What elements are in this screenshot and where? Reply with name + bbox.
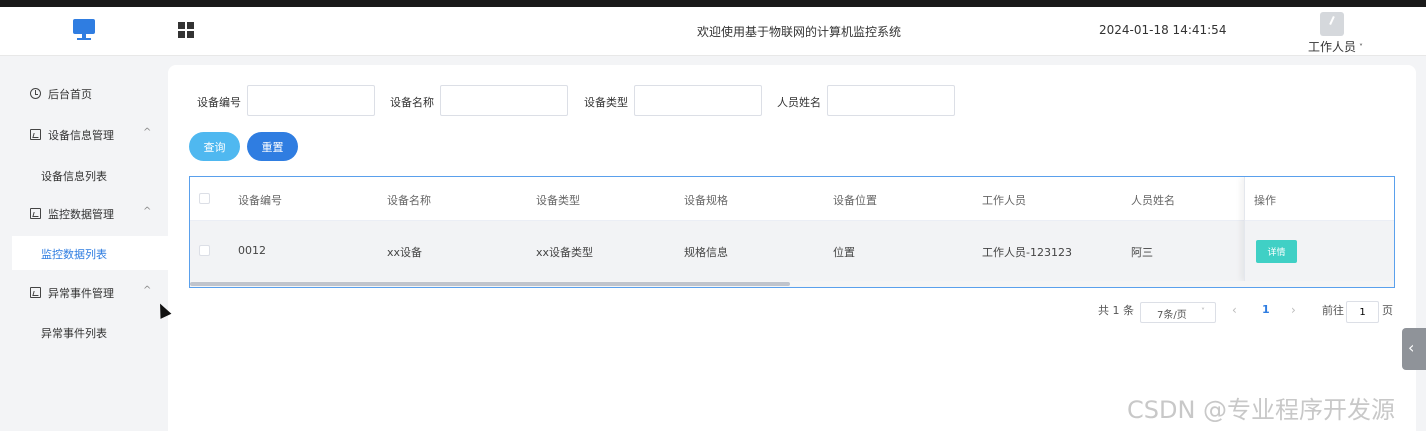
table-cell: xx设备类型 xyxy=(536,246,594,259)
sidebar-item-label: 后台首页 xyxy=(48,88,92,101)
chevron-up-icon: ^ xyxy=(143,206,152,217)
clock-icon xyxy=(30,88,41,99)
main-content: 设备编号 设备名称 设备类型 人员姓名 查询 重置 设备编号 设备名称 设备类型… xyxy=(168,65,1416,431)
table-cell: 规格信息 xyxy=(684,246,728,259)
system-title: 欢迎使用基于物联网的计算机监控系统 xyxy=(697,25,902,39)
chevron-down-icon: ˅ xyxy=(1201,307,1205,316)
scrollbar-thumb[interactable] xyxy=(190,282,790,286)
avatar[interactable] xyxy=(1320,12,1344,36)
chevron-left-icon: ‹ xyxy=(1408,338,1415,357)
column-header[interactable]: 工作人员 xyxy=(982,192,1026,208)
chevron-up-icon: ^ xyxy=(143,127,152,138)
sidebar-item-label: 监控数据管理 xyxy=(48,208,114,221)
grid-icon[interactable] xyxy=(178,22,194,38)
device-no-label: 设备编号 xyxy=(197,96,241,109)
table-cell: 阿三 xyxy=(1131,246,1153,259)
table-header: 设备编号 设备名称 设备类型 设备规格 设备位置 工作人员 人员姓名 xyxy=(190,177,1394,221)
column-header[interactable]: 设备规格 xyxy=(684,192,728,208)
select-all-checkbox[interactable] xyxy=(199,193,210,204)
user-label: 工作人员 xyxy=(1308,40,1357,54)
sidebar-item-label: 设备信息列表 xyxy=(41,170,107,183)
column-header: 操作 xyxy=(1254,194,1276,207)
top-border xyxy=(0,0,1426,7)
column-header[interactable]: 设备类型 xyxy=(536,192,580,208)
device-name-label: 设备名称 xyxy=(390,96,434,109)
horizontal-scrollbar[interactable] xyxy=(190,281,1394,287)
goto-page-input[interactable] xyxy=(1346,301,1379,323)
sidebar-item-home[interactable]: 后台首页 xyxy=(0,75,168,113)
sidebar-item-monitor-data[interactable]: 监控数据管理 ^ xyxy=(0,195,168,233)
page-size-select[interactable]: 7条/页 ˅ xyxy=(1140,302,1216,323)
total-count: 共 1 条 xyxy=(1098,304,1134,317)
chevron-up-icon: ^ xyxy=(143,285,152,296)
column-header[interactable]: 人员姓名 xyxy=(1131,192,1175,208)
collapse-tab[interactable]: ‹ xyxy=(1402,328,1426,370)
person-name-input[interactable] xyxy=(827,85,955,116)
column-header[interactable]: 设备位置 xyxy=(833,192,877,208)
table-cell: xx设备 xyxy=(387,246,423,259)
prev-page-icon[interactable]: ‹ xyxy=(1232,303,1237,317)
person-name-label: 人员姓名 xyxy=(777,96,821,109)
chart-icon xyxy=(30,208,41,219)
user-menu[interactable]: 工作人员 ˅ xyxy=(1308,38,1363,55)
reset-button[interactable]: 重置 xyxy=(247,132,298,161)
sidebar: 后台首页 设备信息管理 ^ 设备信息列表 监控数据管理 ^ 监控数据列表 异常事… xyxy=(0,57,168,431)
page-number[interactable]: 1 xyxy=(1262,303,1270,316)
chart-icon xyxy=(30,129,41,140)
chevron-down-icon: ˅ xyxy=(1359,43,1364,52)
detail-button[interactable]: 详情 xyxy=(1256,240,1297,263)
header: 欢迎使用基于物联网的计算机监控系统 2024-01-18 14:41:54 工作… xyxy=(0,7,1426,56)
next-page-icon[interactable]: › xyxy=(1291,303,1296,317)
page-size-value: 7条/页 xyxy=(1157,310,1187,321)
column-header[interactable]: 设备编号 xyxy=(238,192,282,208)
action-column: 操作 详情 xyxy=(1244,177,1394,281)
sidebar-item-label: 异常事件列表 xyxy=(41,327,107,340)
chart-icon xyxy=(30,287,41,298)
current-datetime: 2024-01-18 14:41:54 xyxy=(1099,23,1227,37)
device-type-input[interactable] xyxy=(634,85,762,116)
sidebar-item-monitor-list[interactable]: 监控数据列表 xyxy=(12,236,168,270)
watermark: CSDN @专业程序开发源 xyxy=(1127,396,1396,424)
goto-suffix: 页 xyxy=(1382,304,1393,317)
device-type-label: 设备类型 xyxy=(584,96,628,109)
table-cell: 工作人员-123123 xyxy=(982,246,1072,259)
column-header[interactable]: 设备名称 xyxy=(387,192,431,208)
data-table: 设备编号 设备名称 设备类型 设备规格 设备位置 工作人员 人员姓名 0012 … xyxy=(189,176,1395,288)
row-checkbox[interactable] xyxy=(199,245,210,256)
sidebar-item-device-list[interactable]: 设备信息列表 xyxy=(12,158,168,192)
monitor-icon xyxy=(73,19,95,43)
table-row[interactable]: 0012 xx设备 xx设备类型 规格信息 位置 工作人员-123123 阿三 xyxy=(190,221,1394,281)
query-button[interactable]: 查询 xyxy=(189,132,240,161)
device-no-input[interactable] xyxy=(247,85,375,116)
sidebar-item-label: 设备信息管理 xyxy=(48,129,114,142)
table-cell: 0012 xyxy=(238,244,266,257)
sidebar-item-label: 异常事件管理 xyxy=(48,287,114,300)
table-cell: 位置 xyxy=(833,246,855,259)
device-name-input[interactable] xyxy=(440,85,568,116)
sidebar-item-device-info[interactable]: 设备信息管理 ^ xyxy=(0,116,168,154)
sidebar-item-label: 监控数据列表 xyxy=(41,248,107,261)
sidebar-item-exception-list[interactable]: 异常事件列表 xyxy=(12,315,168,349)
goto-prefix: 前往 xyxy=(1322,304,1344,317)
action-cell: 详情 xyxy=(1245,221,1394,281)
sidebar-item-exception[interactable]: 异常事件管理 ^ xyxy=(0,274,168,312)
